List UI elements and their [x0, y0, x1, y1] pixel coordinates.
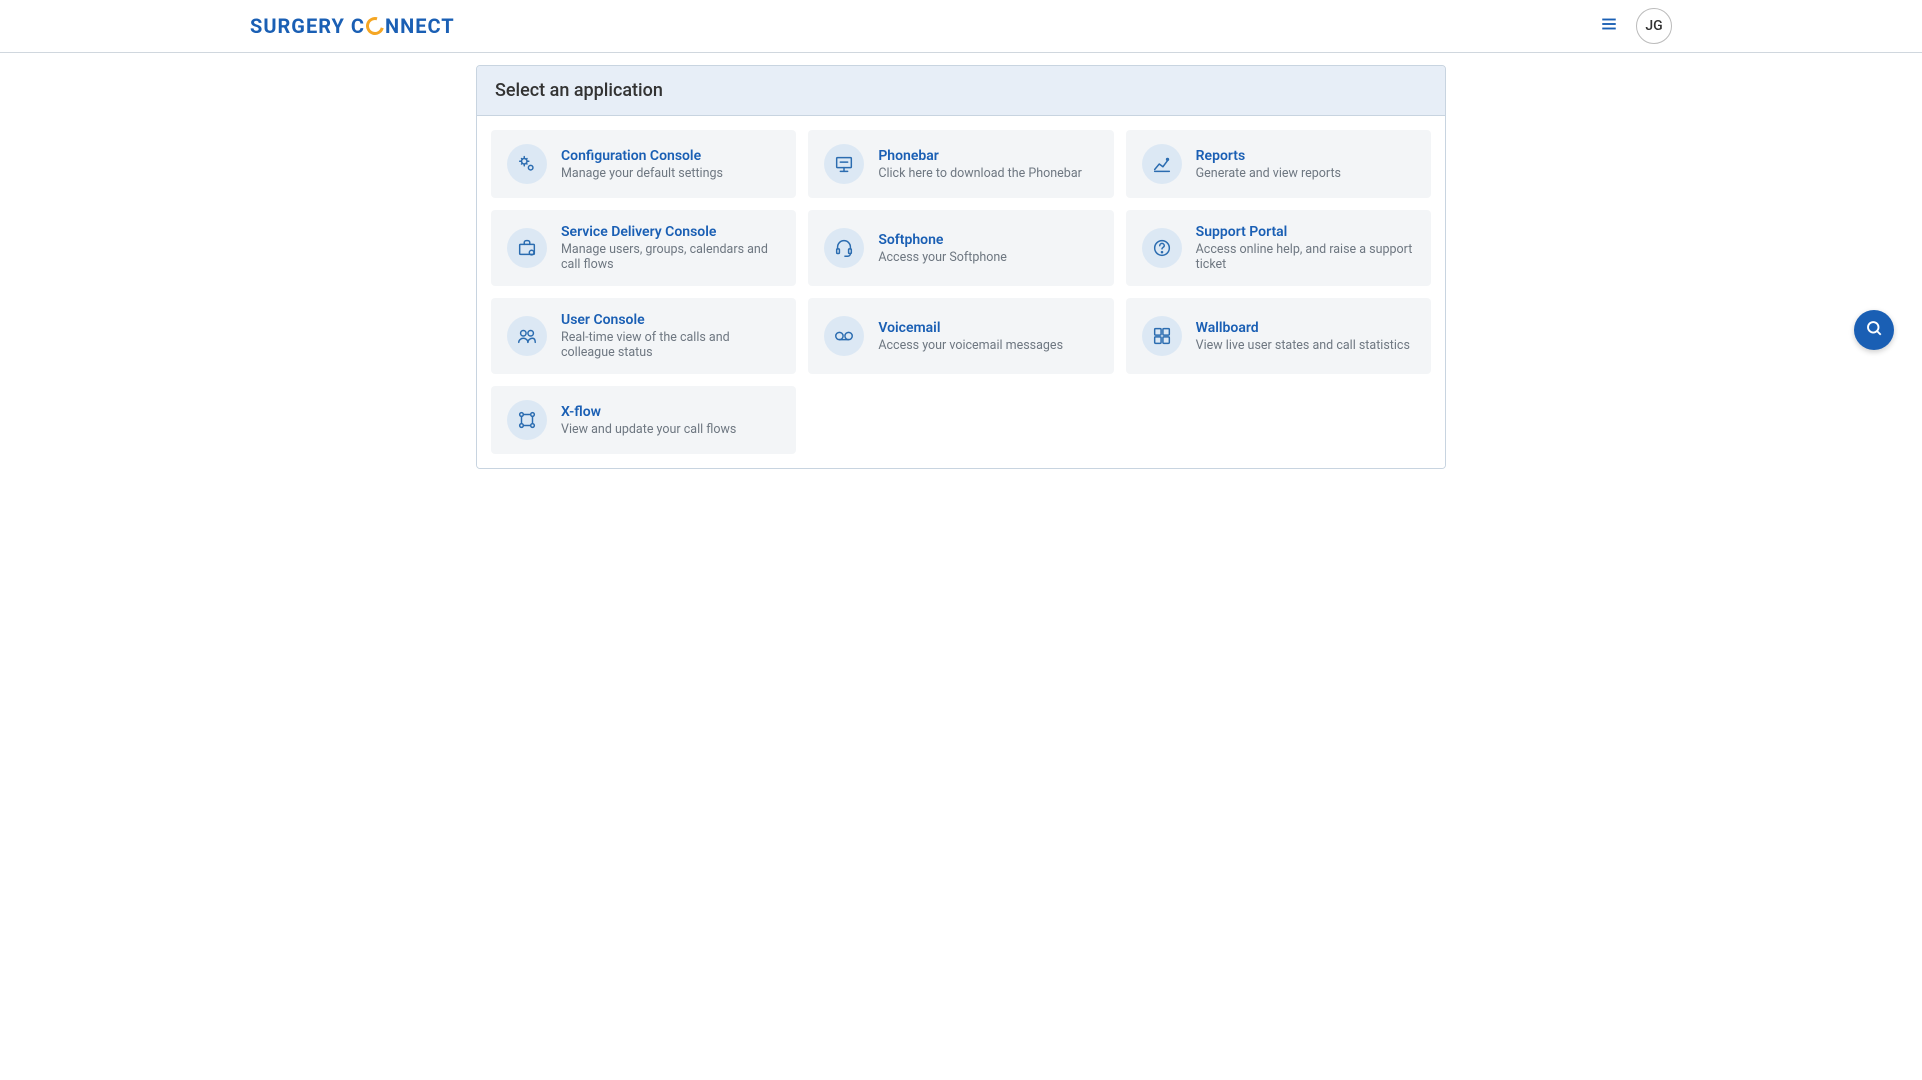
- app-card-desc: Manage users, groups, calendars and call…: [561, 242, 780, 272]
- app-card-title: Support Portal: [1196, 224, 1415, 240]
- app-card-wallboard[interactable]: Wallboard View live user states and call …: [1126, 298, 1431, 374]
- app-card-title: Configuration Console: [561, 148, 723, 164]
- app-card-user-console[interactable]: User Console Real-time view of the calls …: [491, 298, 796, 374]
- brand-o-ring-icon: [363, 14, 388, 39]
- app-card-body: Configuration Console Manage your default…: [561, 148, 723, 181]
- app-card-body: Wallboard View live user states and call …: [1196, 320, 1410, 353]
- search-fab[interactable]: [1854, 310, 1894, 350]
- header-right: JG: [1600, 8, 1672, 44]
- app-card-title: User Console: [561, 312, 780, 328]
- app-card-configuration-console[interactable]: Configuration Console Manage your default…: [491, 130, 796, 198]
- app-card-desc: Generate and view reports: [1196, 166, 1341, 181]
- app-card-desc: View live user states and call statistic…: [1196, 338, 1410, 353]
- app-card-body: Voicemail Access your voicemail messages: [878, 320, 1063, 353]
- app-card-body: User Console Real-time view of the calls …: [561, 312, 780, 360]
- app-card-title: Reports: [1196, 148, 1341, 164]
- app-card-desc: Access your Softphone: [878, 250, 1007, 265]
- app-card-desc: Manage your default settings: [561, 166, 723, 181]
- app-card-body: Support Portal Access online help, and ra…: [1196, 224, 1415, 272]
- brand-text-2: C: [351, 14, 365, 38]
- app-card-body: Phonebar Click here to download the Phone…: [878, 148, 1082, 181]
- chart-icon: [1142, 144, 1182, 184]
- app-card-desc: Click here to download the Phonebar: [878, 166, 1082, 181]
- app-card-voicemail[interactable]: Voicemail Access your voicemail messages: [808, 298, 1113, 374]
- app-card-reports[interactable]: Reports Generate and view reports: [1126, 130, 1431, 198]
- app-card-title: Phonebar: [878, 148, 1082, 164]
- app-card-title: Wallboard: [1196, 320, 1410, 336]
- search-icon: [1865, 319, 1883, 341]
- briefcase-icon: [507, 228, 547, 268]
- app-card-x-flow[interactable]: X-flow View and update your call flows: [491, 386, 796, 454]
- panel-title: Select an application: [477, 66, 1445, 116]
- hamburger-icon[interactable]: [1600, 15, 1618, 37]
- app-card-body: Softphone Access your Softphone: [878, 232, 1007, 265]
- header: SURGERY C NNECT JG: [0, 0, 1922, 53]
- app-card-support-portal[interactable]: Support Portal Access online help, and ra…: [1126, 210, 1431, 286]
- brand-text-3: NNECT: [385, 14, 455, 38]
- app-card-desc: View and update your call flows: [561, 422, 736, 437]
- flow-icon: [507, 400, 547, 440]
- user-avatar[interactable]: JG: [1636, 8, 1672, 44]
- app-card-body: X-flow View and update your call flows: [561, 404, 736, 437]
- app-card-body: Service Delivery Console Manage users, gr…: [561, 224, 780, 272]
- app-card-service-delivery-console[interactable]: Service Delivery Console Manage users, gr…: [491, 210, 796, 286]
- users-icon: [507, 316, 547, 356]
- grid-icon: [1142, 316, 1182, 356]
- help-icon: [1142, 228, 1182, 268]
- app-card-desc: Real-time view of the calls and colleagu…: [561, 330, 780, 360]
- app-card-body: Reports Generate and view reports: [1196, 148, 1341, 181]
- brand-text-1: SURGERY: [250, 14, 345, 38]
- app-panel: Select an application Configuration Cons…: [476, 65, 1446, 469]
- voicemail-icon: [824, 316, 864, 356]
- user-initials: JG: [1645, 18, 1662, 34]
- app-card-desc: Access online help, and raise a support …: [1196, 242, 1415, 272]
- headset-icon: [824, 228, 864, 268]
- gears-icon: [507, 144, 547, 184]
- app-card-title: Voicemail: [878, 320, 1063, 336]
- app-card-phonebar[interactable]: Phonebar Click here to download the Phone…: [808, 130, 1113, 198]
- app-card-title: Softphone: [878, 232, 1007, 248]
- app-card-title: X-flow: [561, 404, 736, 420]
- monitor-icon: [824, 144, 864, 184]
- brand-logo[interactable]: SURGERY C NNECT: [250, 14, 455, 38]
- app-card-title: Service Delivery Console: [561, 224, 780, 240]
- app-card-desc: Access your voicemail messages: [878, 338, 1063, 353]
- app-card-softphone[interactable]: Softphone Access your Softphone: [808, 210, 1113, 286]
- app-grid: Configuration Console Manage your default…: [477, 116, 1445, 468]
